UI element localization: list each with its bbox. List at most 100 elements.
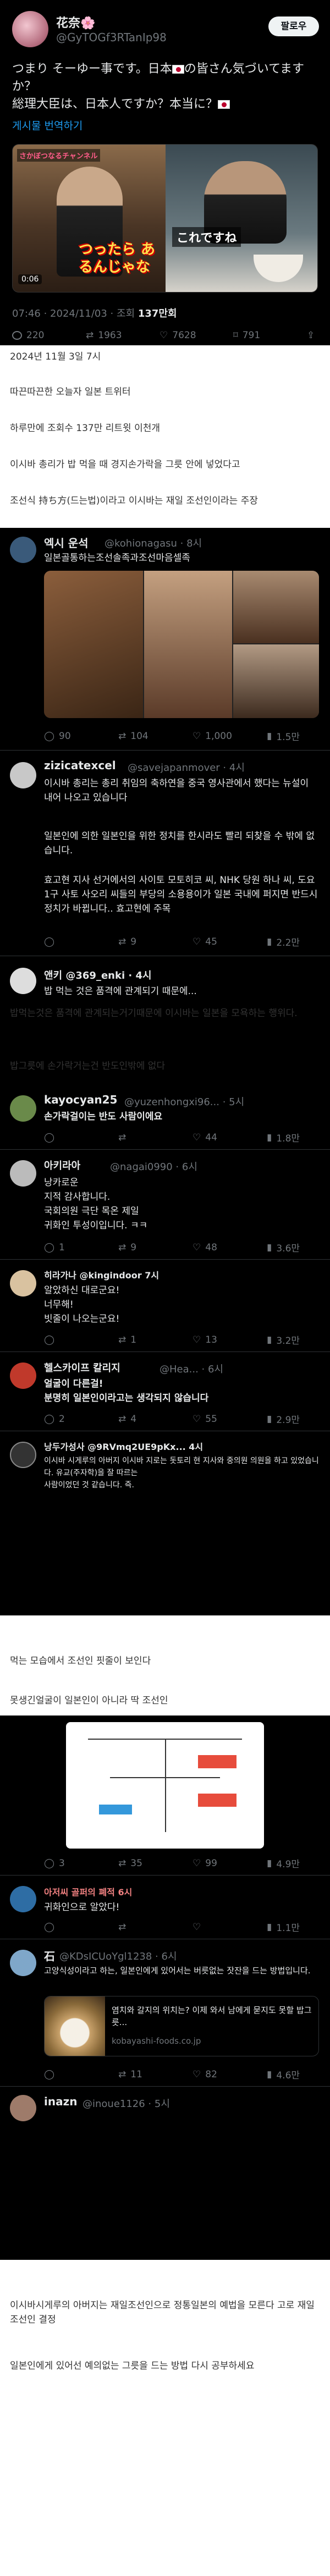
avatar[interactable]	[10, 1095, 36, 1122]
tweet-time[interactable]: 07:46 · 2024/11/03 · 조회	[12, 308, 135, 319]
link-card-domain: kobayashi-foods.co.jp	[112, 2036, 201, 2046]
like-button[interactable]: ♡ 82	[193, 2067, 245, 2081]
like-button[interactable]: ♡ 7628	[160, 330, 212, 341]
retweet-icon: ⇄	[118, 1334, 127, 1345]
avatar[interactable]	[10, 537, 36, 563]
avatar[interactable]	[10, 1886, 36, 1912]
views-button[interactable]: ▮ 2.2만	[267, 935, 319, 949]
reply-handle[interactable]: @savejapanmover · 4시	[128, 760, 245, 774]
avatar[interactable]	[10, 1442, 36, 1468]
like-button[interactable]: ♡ 99	[193, 1856, 245, 1870]
genealogy-image[interactable]	[66, 1722, 264, 1849]
views-button[interactable]: ▮ 1.1만	[267, 1920, 319, 1934]
reply-text: 손가락걸이는 반도 사람이에요	[44, 1111, 163, 1122]
reply-text-1: 이시바 총리는 총리 취임의 축하연을 중국 영사관에서 했다는 뉴설이 내어 …	[44, 778, 309, 803]
view-count: 1.8만	[276, 1133, 300, 1144]
like-button[interactable]: ♡ 1,000	[193, 729, 245, 743]
views-button[interactable]: ▮ 3.6만	[267, 1240, 319, 1255]
reply-handle[interactable]: @KDsICUoYgl1238 · 6시	[59, 1949, 177, 1963]
views-button[interactable]: ▮ 4.6만	[267, 2067, 319, 2082]
article-p2: 하루만에 조회수 137만 리트윗 이천개	[10, 423, 161, 434]
avatar[interactable]	[12, 11, 48, 47]
heart-icon: ♡	[160, 330, 168, 341]
reply-author[interactable]: inazn	[44, 2095, 77, 2108]
reply-author[interactable]: 히라가나 @kingindoor 7시	[44, 1268, 159, 1281]
avatar[interactable]	[10, 1270, 36, 1297]
retweet-button[interactable]: ⇄ 104	[118, 729, 170, 743]
reply-button[interactable]: ◯ 90	[44, 729, 96, 743]
like-button[interactable]: ♡	[193, 1920, 245, 1934]
views-button[interactable]: ▮ 1.5만	[267, 729, 319, 743]
reply-button[interactable]: ◯	[44, 935, 96, 948]
retweet-button[interactable]: ⇄ 1963	[86, 330, 138, 341]
bookmark-button[interactable]: ⌑ 791	[233, 330, 285, 341]
reply-handle[interactable]: @nagai0990 · 6시	[110, 1159, 197, 1173]
reply-image-collage[interactable]	[44, 571, 319, 718]
reply-author[interactable]: 아저씨 골퍼의 폐적 6시	[44, 1885, 132, 1898]
chart-icon: ▮	[267, 1921, 272, 1933]
reply-button[interactable]: ◯ 2	[44, 1412, 96, 1426]
retweet-button[interactable]: ⇄ 4	[118, 1412, 170, 1426]
author-handle[interactable]: @GyTOGf3RTanIp98	[56, 31, 167, 44]
like-button[interactable]: ♡ 44	[193, 1130, 245, 1144]
video-timestamp: 0:06	[18, 274, 42, 284]
reply-handle[interactable]: @Hea... · 6시	[160, 1361, 223, 1376]
reply-button[interactable]: ◯ 3	[44, 1856, 96, 1870]
translate-link[interactable]: 게시물 번역하기	[12, 118, 82, 133]
tweet-video[interactable]: さかぼつなるチャンネル つったら あるんじゃな これですね 0:06	[12, 144, 318, 293]
reply-button[interactable]: ◯	[44, 1920, 96, 1934]
reply-author[interactable]: 石	[44, 1948, 55, 1963]
views-button[interactable]: ▮ 2.9만	[267, 1412, 319, 1426]
reply-author[interactable]: 앤키 @369_enki · 4시	[44, 968, 152, 982]
reply-author[interactable]: zizicatexcel	[44, 759, 116, 772]
retweet-button[interactable]: ⇄ 1	[118, 1333, 170, 1347]
reply-author[interactable]: 헬스카이프 칼리지	[44, 1360, 120, 1375]
avatar[interactable]	[10, 762, 36, 788]
views-button[interactable]: ▮ 4.9만	[267, 1856, 319, 1871]
reply-button[interactable]: ◯ 1	[44, 1240, 96, 1254]
avatar[interactable]	[10, 2095, 36, 2121]
avatar[interactable]	[10, 1160, 36, 1187]
retweet-button[interactable]: ⇄ 35	[118, 1856, 170, 1870]
like-button[interactable]: ♡ 45	[193, 935, 245, 948]
views-button[interactable]: ▮ 3.2만	[267, 1333, 319, 1347]
follow-button[interactable]: 팔로우	[268, 16, 319, 36]
reply-actions: ◯ 90 ⇄ 104 ♡ 1,000 ▮ 1.5만	[44, 729, 319, 743]
views-button[interactable]: ▮ 1.8만	[267, 1130, 319, 1145]
reply-handle[interactable]: @yuzenhongxi96... · 5시	[124, 1094, 244, 1108]
reply-text-3: 효고현 지사 선거에서의 사이토 모토히코 씨, NHK 당원 하나 씨, 도요…	[44, 875, 318, 914]
reply-author[interactable]: kayocyan25	[44, 1093, 117, 1106]
view-count: 2.2만	[276, 937, 300, 948]
reply-button[interactable]: ◯	[44, 2067, 96, 2081]
reply-button[interactable]: ◯	[44, 1333, 96, 1347]
avatar[interactable]	[10, 1363, 36, 1389]
retweet-button[interactable]: ⇄ 9	[118, 935, 170, 948]
retweet-button[interactable]: ⇄	[118, 1130, 170, 1144]
reply-count: 2	[59, 1413, 65, 1425]
retweet-icon: ⇄	[118, 2068, 127, 2080]
retweet-button[interactable]: ⇄ 11	[118, 2067, 170, 2081]
reply-author[interactable]: 아키라아	[44, 1158, 80, 1172]
retweet-button[interactable]: ⇄	[118, 1920, 170, 1934]
share-button[interactable]: ⇪	[307, 330, 318, 341]
article-p7: 먹는 모습에서 조선인 핏줄이 보인다	[10, 1656, 151, 1667]
reply-icon: ◯	[44, 730, 55, 742]
link-card[interactable]: 염치와 갈지의 위치는? 이제 와서 남에게 묻지도 못할 밥그릇... kob…	[44, 1996, 319, 2056]
retweet-button[interactable]: ⇄ 9	[118, 1240, 170, 1254]
main-tweet: 花奈🌸 @GyTOGf3RTanIp98 팔로우 つまり そーゆー事です。日本の…	[0, 0, 330, 345]
like-button[interactable]: ♡ 13	[193, 1333, 245, 1347]
retweet-icon: ⇄	[118, 1132, 127, 1143]
reply-count: 1	[59, 1242, 65, 1253]
author-name[interactable]: 花奈🌸	[56, 13, 95, 31]
reply-handle[interactable]: @kohionagasu · 8시	[105, 536, 202, 550]
reply-author[interactable]: 낭두가성사 @9RVmq2UE9pKx... 4시	[44, 1439, 203, 1453]
reply-button[interactable]: ◯	[44, 1130, 96, 1144]
like-button[interactable]: ♡ 48	[193, 1240, 245, 1254]
reply-button[interactable]: 220	[12, 330, 64, 341]
avatar[interactable]	[10, 1950, 36, 1976]
like-button[interactable]: ♡ 55	[193, 1412, 245, 1426]
reply-handle[interactable]: @inoue1126 · 5시	[82, 2096, 170, 2110]
avatar[interactable]	[10, 968, 36, 994]
reply-author[interactable]: 엑시 운석	[44, 534, 89, 550]
reply-actions: ◯ ⇄ ♡ 44 ▮ 1.8만	[44, 1130, 319, 1145]
